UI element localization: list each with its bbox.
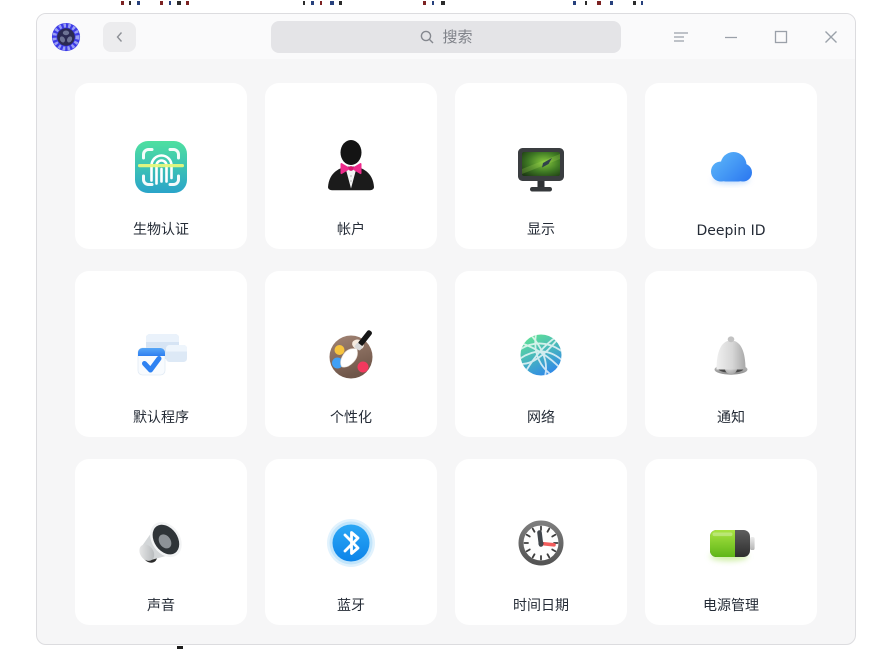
tile-label: 时间日期 — [513, 598, 569, 614]
tile-deepin-id[interactable]: Deepin ID — [645, 83, 817, 249]
search-icon — [421, 30, 434, 43]
tile-label: 个性化 — [330, 410, 372, 426]
account-icon — [319, 135, 383, 199]
tile-bluetooth[interactable]: 蓝牙 — [265, 459, 437, 625]
speaker-icon — [129, 511, 193, 575]
tile-label: 帐户 — [337, 222, 365, 238]
tiles-grid: 生物认证 帐户 显示 Deepin ID 默认程序 个性化 网络 通知 声音 蓝… — [37, 59, 855, 625]
default-apps-icon — [129, 323, 193, 387]
close-icon — [824, 30, 837, 43]
cloud-icon — [699, 135, 763, 199]
tile-label: 显示 — [527, 222, 555, 238]
search-input[interactable]: 搜索 — [271, 20, 621, 53]
tile-biometric-auth[interactable]: 生物认证 — [75, 83, 247, 249]
tile-label: 生物认证 — [133, 222, 189, 238]
tile-accounts[interactable]: 帐户 — [265, 83, 437, 249]
menu-icon — [673, 31, 688, 42]
tile-power[interactable]: 电源管理 — [645, 459, 817, 625]
minimize-icon — [724, 36, 737, 38]
battery-icon — [699, 511, 763, 575]
tile-label: Deepin ID — [696, 223, 766, 239]
bluetooth-icon — [319, 511, 383, 575]
tile-network[interactable]: 网络 — [455, 271, 627, 437]
globe-icon — [509, 323, 573, 387]
monitor-icon — [509, 135, 573, 199]
maximize-button[interactable] — [772, 28, 789, 45]
titlebar: 搜索 — [37, 14, 855, 59]
window-controls — [672, 28, 841, 45]
tile-sound[interactable]: 声音 — [75, 459, 247, 625]
tile-default-apps[interactable]: 默认程序 — [75, 271, 247, 437]
tile-label: 蓝牙 — [337, 598, 365, 614]
chevron-left-icon — [116, 31, 122, 42]
tile-label: 默认程序 — [133, 410, 189, 426]
fingerprint-icon — [129, 135, 193, 199]
palette-icon — [319, 323, 383, 387]
close-button[interactable] — [822, 28, 839, 45]
tile-datetime[interactable]: 时间日期 — [455, 459, 627, 625]
tile-label: 电源管理 — [703, 598, 759, 614]
control-center-window: 搜索 生物认证 帐户 显示 Deepin ID 默认程序 个性化 网络 通知 声… — [36, 13, 856, 645]
app-logo-icon — [51, 22, 81, 52]
tile-display[interactable]: 显示 — [455, 83, 627, 249]
tile-personalization[interactable]: 个性化 — [265, 271, 437, 437]
tile-label: 声音 — [147, 598, 175, 614]
tile-notifications[interactable]: 通知 — [645, 271, 817, 437]
tile-label: 通知 — [717, 410, 745, 426]
clock-icon — [509, 511, 573, 575]
tile-label: 网络 — [527, 410, 555, 426]
back-button[interactable] — [103, 21, 136, 52]
bell-icon — [699, 323, 763, 387]
search-placeholder: 搜索 — [442, 28, 473, 46]
minimize-button[interactable] — [722, 28, 739, 45]
maximize-icon — [774, 30, 787, 43]
menu-button[interactable] — [672, 28, 689, 45]
